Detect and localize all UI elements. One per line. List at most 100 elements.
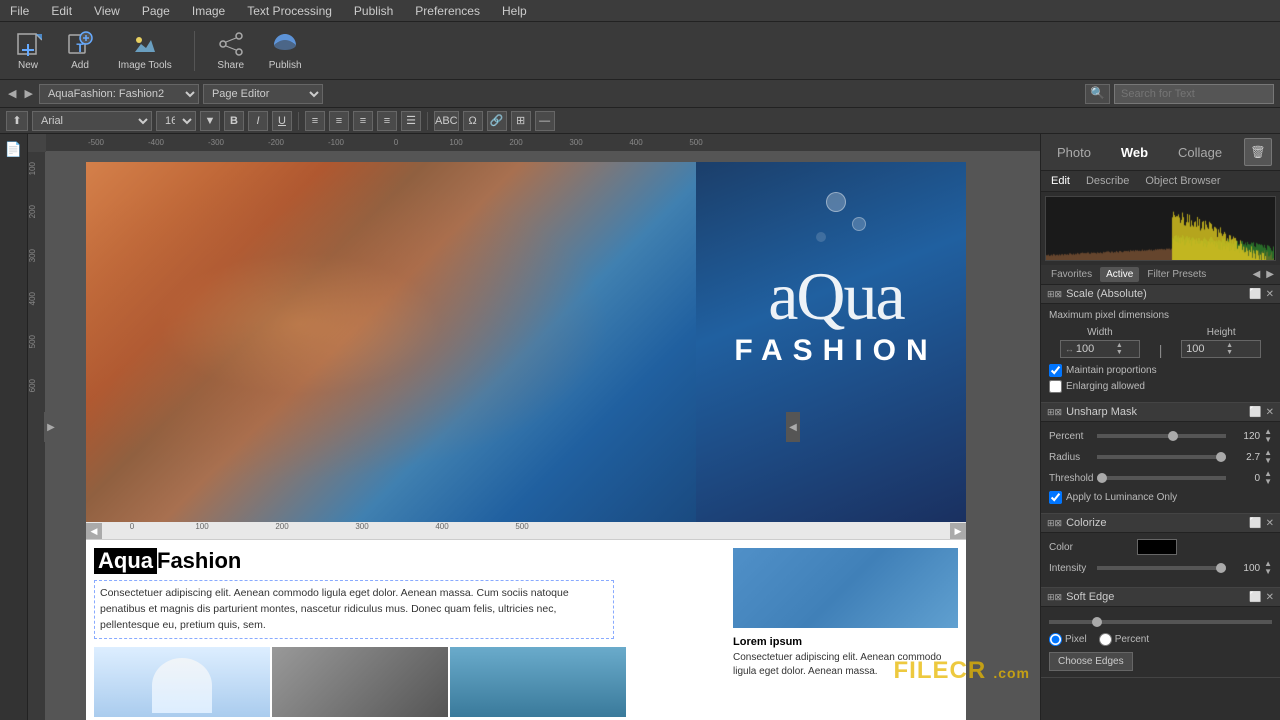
threshold-down[interactable]: ▼	[1264, 478, 1272, 486]
unsharp-close-icon[interactable]: ✕	[1266, 407, 1274, 418]
menu-file[interactable]: File	[6, 2, 33, 20]
nav-back-button[interactable]: ◀	[6, 85, 18, 102]
italic-button[interactable]: I	[248, 111, 268, 131]
text-extra2-button[interactable]: —	[535, 111, 555, 131]
portrait-image	[733, 548, 958, 628]
tab-web[interactable]: Web	[1113, 143, 1156, 162]
soft-edge-close-icon[interactable]: ✕	[1266, 592, 1274, 603]
ruler-tick: 0	[366, 138, 426, 147]
height-down-button[interactable]: ▼	[1226, 349, 1233, 356]
filter-nav-left[interactable]: ◀	[1251, 267, 1263, 282]
radius-down[interactable]: ▼	[1264, 457, 1272, 465]
soft-edge-icon: ⊞⊠	[1047, 592, 1062, 603]
align-center-button[interactable]: ≡	[329, 111, 349, 131]
height-up-button[interactable]: ▲	[1226, 342, 1233, 349]
menu-preferences[interactable]: Preferences	[411, 2, 484, 20]
intensity-down[interactable]: ▼	[1264, 568, 1272, 576]
font-selector[interactable]: Arial	[32, 111, 152, 131]
color-swatch[interactable]	[1137, 539, 1177, 555]
expand-right-button[interactable]: ◀	[786, 412, 800, 442]
expand-left-button[interactable]: ▶	[44, 412, 58, 442]
size-down-button[interactable]: ▼	[200, 111, 220, 131]
scale-header: ⊞⊠ Scale (Absolute) ⬜ ✕	[1041, 285, 1280, 304]
menu-view[interactable]: View	[90, 2, 124, 20]
scale-icon: ⊞⊠	[1047, 289, 1062, 300]
apply-luminance-checkbox[interactable]	[1049, 491, 1062, 504]
radius-slider[interactable]	[1097, 455, 1226, 459]
colorize-close-icon[interactable]: ✕	[1266, 518, 1274, 529]
menu-page[interactable]: Page	[138, 2, 174, 20]
new-button[interactable]: New	[8, 26, 48, 75]
share-button[interactable]: Share	[211, 26, 251, 75]
unsharp-title: Unsharp Mask	[1066, 406, 1137, 418]
font-size-selector[interactable]: 16	[156, 111, 196, 131]
scale-expand-icon[interactable]: ⬜	[1249, 289, 1261, 300]
mode-selector[interactable]: Page Editor	[203, 84, 323, 104]
tab-collage[interactable]: Collage	[1170, 143, 1230, 162]
menu-image[interactable]: Image	[188, 2, 229, 20]
percent-slider[interactable]	[1097, 434, 1226, 438]
sub-tick: 300	[322, 522, 402, 531]
choose-edges-button[interactable]: Choose Edges	[1049, 652, 1133, 671]
filter-tab-active[interactable]: Active	[1100, 267, 1139, 282]
page-selector[interactable]: AquaFashion: Fashion2	[39, 84, 199, 104]
left-strip-icon1[interactable]: 📄	[2, 138, 25, 161]
percent-radio[interactable]	[1099, 633, 1112, 646]
colorize-expand-icon[interactable]: ⬜	[1249, 518, 1261, 529]
spell-check-button[interactable]: ABC	[434, 111, 459, 131]
image-tools-button[interactable]: Image Tools	[112, 26, 178, 75]
bubble1	[826, 192, 846, 212]
subtab-describe[interactable]: Describe	[1082, 173, 1133, 189]
underline-button[interactable]: U	[272, 111, 292, 131]
tab-photo[interactable]: Photo	[1049, 143, 1099, 162]
soft-edge-slider[interactable]	[1049, 620, 1272, 624]
width-input[interactable]	[1076, 343, 1116, 355]
upload-button[interactable]: ⬆	[6, 111, 28, 131]
height-input[interactable]	[1186, 343, 1226, 355]
add-button[interactable]: T Add	[60, 26, 100, 75]
width-up-button[interactable]: ▲	[1116, 342, 1123, 349]
pixel-radio[interactable]	[1049, 633, 1062, 646]
menu-edit[interactable]: Edit	[47, 2, 76, 20]
scroll-left-button[interactable]: ◀	[86, 523, 102, 539]
unsharp-panel: ⊞⊠ Unsharp Mask ⬜ ✕ Percent 120 ▲	[1041, 403, 1280, 514]
list-button[interactable]: ☰	[401, 111, 421, 131]
maintain-proportions-checkbox[interactable]	[1049, 364, 1062, 377]
menu-publish[interactable]: Publish	[350, 2, 397, 20]
bubble3	[816, 232, 826, 242]
intensity-slider[interactable]	[1097, 566, 1226, 570]
menu-text-processing[interactable]: Text Processing	[243, 2, 336, 20]
trash-button[interactable]: 🗑	[1244, 138, 1272, 166]
search-input[interactable]	[1114, 84, 1274, 104]
publish-icon	[271, 30, 299, 58]
publish-button[interactable]: Publish	[263, 26, 308, 75]
align-justify-button[interactable]: ≡	[377, 111, 397, 131]
link-button[interactable]: 🔗	[487, 111, 507, 131]
scale-close-icon[interactable]: ✕	[1266, 289, 1274, 300]
main-area: 📄 -500 -400 -300 -200 -100 0 100 200 300…	[0, 134, 1280, 720]
soft-edge-expand-icon[interactable]: ⬜	[1249, 592, 1261, 603]
percent-down[interactable]: ▼	[1264, 436, 1272, 444]
text-extra1-button[interactable]: ⊞	[511, 111, 531, 131]
unsharp-expand-icon[interactable]: ⬜	[1249, 407, 1261, 418]
threshold-slider[interactable]	[1097, 476, 1226, 480]
char-map-button[interactable]: Ω	[463, 111, 483, 131]
menu-help[interactable]: Help	[498, 2, 531, 20]
filter-tab-presets[interactable]: Filter Presets	[1141, 267, 1212, 282]
nav-forward-button[interactable]: ▶	[22, 85, 34, 102]
scroll-right-button[interactable]: ▶	[950, 523, 966, 539]
enlarging-allowed-checkbox[interactable]	[1049, 380, 1062, 393]
right-panel: Photo Web Collage 🗑 Edit Describe Object…	[1040, 134, 1280, 720]
align-right-button[interactable]: ≡	[353, 111, 373, 131]
subtab-edit[interactable]: Edit	[1047, 173, 1074, 189]
bold-button[interactable]: B	[224, 111, 244, 131]
subtab-object-browser[interactable]: Object Browser	[1141, 173, 1224, 189]
filter-nav-right[interactable]: ▶	[1264, 267, 1276, 282]
title-fashion: Fashion	[157, 548, 241, 574]
inner-ruler: 0 100 200 300 400 500 ◀ ▶	[86, 522, 966, 540]
maintain-proportions-row: Maintain proportions	[1049, 364, 1272, 377]
filter-tab-favorites[interactable]: Favorites	[1045, 267, 1098, 282]
width-down-button[interactable]: ▼	[1116, 349, 1123, 356]
align-left-button[interactable]: ≡	[305, 111, 325, 131]
search-button[interactable]: 🔍	[1085, 84, 1110, 104]
